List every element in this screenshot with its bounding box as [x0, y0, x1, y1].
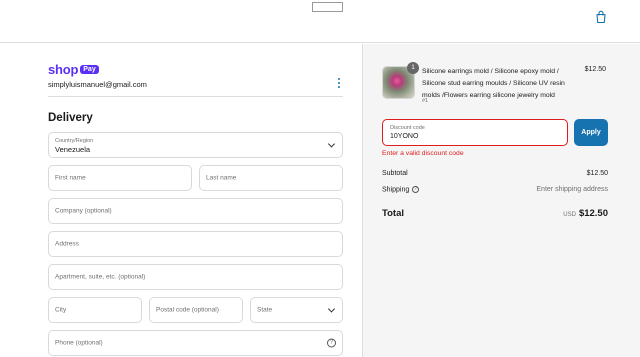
subtotal-label: Subtotal	[382, 170, 408, 177]
account-email: simplyluismanuel@gmail.com	[48, 80, 147, 89]
apply-button[interactable]: Apply	[574, 119, 608, 146]
shop-pay-word: shop	[48, 62, 79, 77]
chevron-down-icon	[327, 305, 336, 313]
shipping-label: Shipping	[382, 186, 410, 194]
postal-code-placeholder: Postal code (optional)	[156, 306, 219, 314]
top-header	[0, 0, 640, 43]
product-title: Silicone earrings mold / Silicone epoxy …	[422, 68, 565, 99]
shopping-bag-icon[interactable]	[594, 10, 608, 24]
state-placeholder: State	[257, 306, 273, 314]
first-name-placeholder: First name	[55, 174, 86, 182]
apartment-placeholder: Apartment, suite, etc. (optional)	[55, 273, 146, 281]
discount-code-value: 10YONO	[390, 133, 419, 140]
country-value: Venezuela	[55, 145, 91, 154]
city-field[interactable]: City	[48, 297, 142, 323]
city-placeholder: City	[55, 306, 67, 314]
last-name-field[interactable]: Last name	[199, 165, 343, 191]
chevron-down-icon	[327, 140, 336, 148]
discount-code-label: Discount code	[390, 125, 425, 131]
state-select[interactable]: State	[250, 297, 343, 323]
address-field[interactable]: Address	[48, 231, 343, 257]
last-name-placeholder: Last name	[206, 174, 237, 182]
product-price: $12.50	[584, 66, 606, 73]
shop-pay-badge: Pay	[80, 65, 99, 74]
discount-error-message: Enter a valid discount code	[382, 150, 464, 157]
total-row: Total USD $12.50	[382, 208, 608, 222]
help-icon[interactable]: ?	[327, 338, 336, 348]
store-logo-image[interactable]	[312, 2, 343, 12]
delivery-heading: Delivery	[48, 112, 93, 124]
first-name-field[interactable]: First name	[48, 165, 192, 191]
total-currency: USD	[563, 212, 576, 218]
kebab-icon[interactable]	[337, 78, 341, 88]
country-select[interactable]: Country/Region Venezuela	[48, 132, 343, 158]
quantity-badge: 1	[407, 62, 419, 74]
divider	[48, 96, 343, 97]
address-placeholder: Address	[55, 240, 79, 248]
product-variant: #1	[422, 98, 429, 104]
checkout-form-panel: shop Pay simplyluismanuel@gmail.com Deli…	[0, 44, 362, 357]
shipping-value: Enter shipping address	[536, 186, 608, 193]
total-label: Total	[382, 208, 404, 219]
phone-placeholder: Phone (optional)	[55, 339, 103, 347]
company-placeholder: Company (optional)	[55, 207, 112, 215]
phone-field[interactable]: Phone (optional) ?	[48, 330, 343, 356]
country-label: Country/Region	[55, 138, 94, 144]
apartment-field[interactable]: Apartment, suite, etc. (optional)	[48, 264, 343, 290]
discount-code-field[interactable]: Discount code 10YONO	[382, 119, 568, 146]
subtotal-value: $12.50	[586, 170, 608, 177]
postal-code-field[interactable]: Postal code (optional)	[149, 297, 243, 323]
total-value: $12.50	[578, 208, 608, 219]
shop-pay-logo: shop Pay	[48, 62, 99, 77]
order-summary-panel: 1 Silicone earrings mold / Silicone epox…	[362, 44, 640, 357]
company-field[interactable]: Company (optional)	[48, 198, 343, 224]
question-circle-icon[interactable]: ?	[412, 186, 420, 193]
